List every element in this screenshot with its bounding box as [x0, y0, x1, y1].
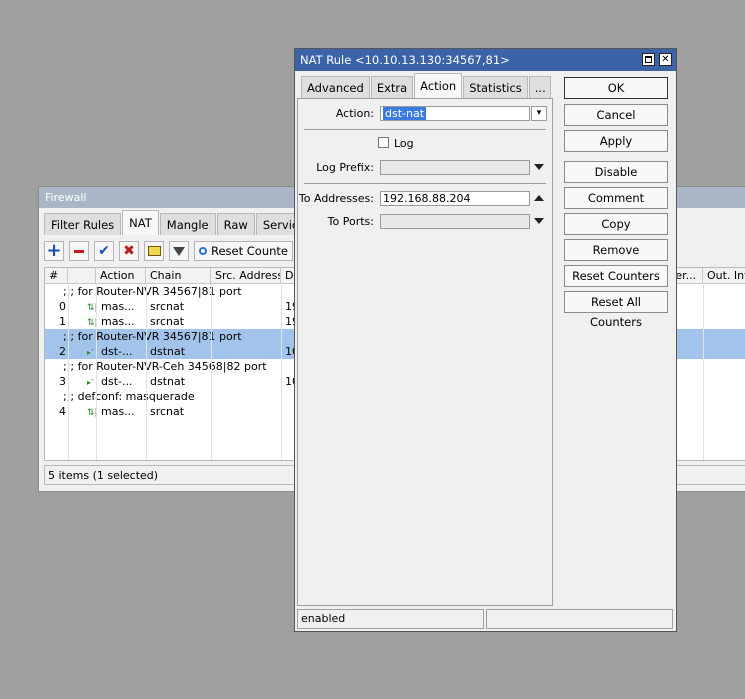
- chevron-down-icon: ▾: [536, 108, 542, 118]
- log-prefix-label: Log Prefix:: [316, 161, 374, 174]
- plus-icon: +: [46, 240, 62, 261]
- tab-statistics[interactable]: Statistics: [463, 76, 528, 98]
- rule-action: mas...: [101, 300, 135, 313]
- apply-button[interactable]: Apply: [564, 130, 668, 152]
- action-dropdown-button[interactable]: ▾: [531, 106, 547, 121]
- rule-number: 2: [59, 345, 66, 358]
- reset-all-counters-button[interactable]: Reset All Counters: [564, 291, 668, 329]
- col-out-interface[interactable]: Out. Int...: [703, 268, 745, 283]
- to-addresses-field[interactable]: 192.168.88.204: [380, 191, 530, 206]
- comment-rule-button[interactable]: Comment: [564, 187, 668, 209]
- minus-icon: [74, 249, 84, 253]
- log-prefix-dropdown[interactable]: [534, 164, 544, 170]
- chevron-down-icon: [534, 218, 544, 224]
- col-number[interactable]: #: [45, 268, 68, 283]
- col-chain[interactable]: Chain: [146, 268, 211, 283]
- action-value: dst-nat: [383, 107, 427, 120]
- firewall-toolbar: + ✔ ✖ Reset Counte: [44, 241, 294, 263]
- reset-counters-label: Reset Counte: [211, 244, 289, 258]
- status-cell-2: [486, 609, 673, 629]
- to-ports-label: To Ports:: [327, 215, 374, 228]
- comment-icon: [147, 246, 161, 256]
- log-checkbox[interactable]: [378, 137, 389, 148]
- rule-number: 0: [59, 300, 66, 313]
- rule-action: dst-...: [101, 345, 133, 358]
- rule-chain: srcnat: [150, 315, 185, 328]
- dialog-title: NAT Rule <10.10.13.130:34567,81>: [295, 49, 676, 71]
- dialog-tabs: Advanced Extra Action Statistics ...: [301, 73, 552, 98]
- rule-number: 3: [59, 375, 66, 388]
- tab-advanced[interactable]: Advanced: [301, 76, 370, 98]
- action-label: Action:: [335, 107, 374, 120]
- cross-icon: ✖: [123, 243, 135, 259]
- remove-button[interactable]: [69, 241, 89, 261]
- maximize-button[interactable]: [642, 53, 655, 66]
- status-text: enabled: [297, 609, 484, 629]
- chevron-up-icon: [534, 195, 544, 201]
- tab-raw[interactable]: Raw: [216, 213, 255, 235]
- dialog-status-bar: enabled: [297, 609, 673, 629]
- to-addresses-collapse[interactable]: [534, 195, 544, 201]
- to-ports-dropdown[interactable]: [534, 218, 544, 224]
- col-action[interactable]: Action: [96, 268, 146, 283]
- tab-more[interactable]: ...: [528, 76, 551, 98]
- rule-chain: dstnat: [150, 345, 186, 358]
- rule-chain: srcnat: [150, 300, 185, 313]
- filter-button[interactable]: [169, 241, 189, 261]
- disable-rule-button[interactable]: Disable: [564, 161, 668, 183]
- log-prefix-field[interactable]: [380, 160, 530, 175]
- disable-button[interactable]: ✖: [119, 241, 139, 261]
- col-src-address[interactable]: Src. Address: [211, 268, 281, 283]
- to-addresses-label: To Addresses:: [298, 192, 374, 205]
- maximize-icon: [645, 56, 652, 63]
- reset-counters-button[interactable]: Reset Counte: [194, 241, 294, 261]
- close-button[interactable]: ✕: [659, 53, 672, 66]
- filter-icon: [173, 246, 185, 256]
- chevron-down-icon: [534, 164, 544, 170]
- rule-number: 1: [59, 315, 66, 328]
- reset-icon: [199, 247, 207, 255]
- tab-filter-rules[interactable]: Filter Rules: [44, 213, 122, 235]
- comment-button[interactable]: [144, 241, 164, 261]
- action-select[interactable]: dst-nat: [380, 106, 530, 121]
- rule-chain: dstnat: [150, 375, 186, 388]
- to-ports-field[interactable]: [380, 214, 530, 229]
- add-button[interactable]: +: [44, 241, 64, 261]
- log-label: Log: [394, 137, 414, 150]
- tab-mangle[interactable]: Mangle: [159, 213, 216, 235]
- col-blank[interactable]: [68, 268, 96, 283]
- tab-action[interactable]: Action: [414, 73, 463, 98]
- tab-extra[interactable]: Extra: [370, 76, 414, 98]
- rule-chain: srcnat: [150, 405, 185, 418]
- tab-nat[interactable]: NAT: [122, 210, 159, 235]
- action-panel: Action: dst-nat ▾ Log Log Prefix: To Add…: [297, 98, 553, 606]
- check-icon: ✔: [98, 243, 110, 259]
- close-icon: ✕: [661, 54, 670, 65]
- remove-rule-button[interactable]: Remove: [564, 239, 668, 261]
- cancel-button[interactable]: Cancel: [564, 104, 668, 126]
- reset-counters-rule-button[interactable]: Reset Counters: [564, 265, 668, 287]
- rule-action: mas...: [101, 315, 135, 328]
- rule-number: 4: [59, 405, 66, 418]
- ok-button[interactable]: OK: [564, 77, 668, 99]
- nat-rule-dialog: NAT Rule <10.10.13.130:34567,81> ✕ Advan…: [294, 48, 677, 632]
- enable-button[interactable]: ✔: [94, 241, 114, 261]
- rule-action: dst-...: [101, 375, 133, 388]
- copy-button[interactable]: Copy: [564, 213, 668, 235]
- rule-action: mas...: [101, 405, 135, 418]
